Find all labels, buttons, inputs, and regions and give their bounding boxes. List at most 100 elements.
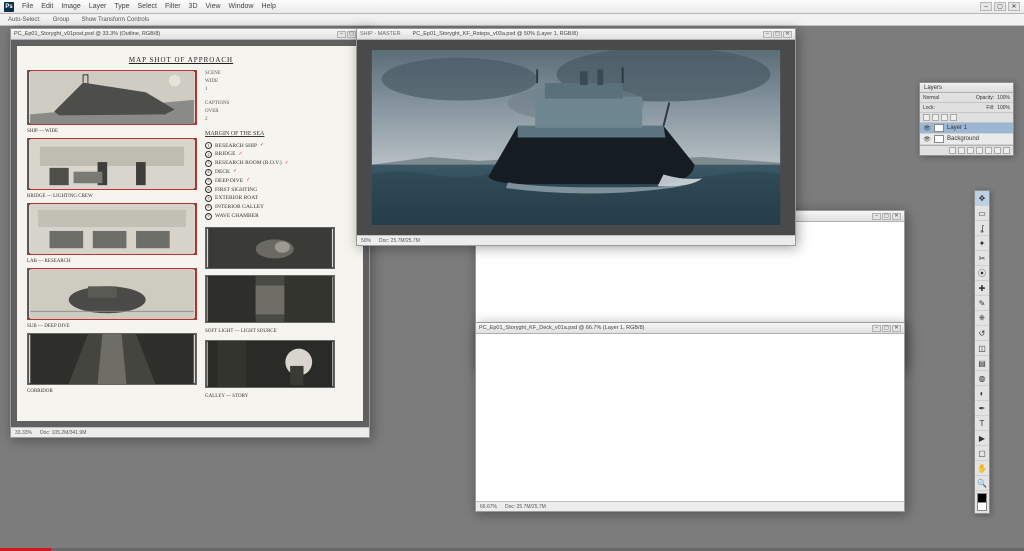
eraser-tool[interactable]: ◫ [975, 341, 989, 356]
menu-type[interactable]: Type [114, 3, 129, 10]
layer-name[interactable]: Background [947, 136, 979, 142]
adjustment-icon[interactable] [976, 147, 983, 154]
doc-min-icon[interactable]: – [763, 31, 772, 38]
side-notes: SCENE WIDE 1 CAPTIONS OVER 2 [205, 70, 335, 124]
doc-title: PC_Ep01_Storyght_v01post.psd @ 33.3% (Ou… [14, 31, 160, 37]
lock-pixels-icon[interactable] [932, 114, 939, 121]
zoom-readout[interactable]: 33.33% [15, 430, 32, 436]
lock-icons-row [920, 113, 1013, 123]
blank-canvas[interactable] [476, 334, 904, 501]
pen-tool[interactable]: ✒ [975, 401, 989, 416]
doc-min-icon[interactable]: – [872, 213, 881, 220]
shape-tool[interactable]: ▢ [975, 446, 989, 461]
doc-close-icon[interactable]: ✕ [892, 325, 901, 332]
brush-tool[interactable]: ✎ [975, 296, 989, 311]
type-tool[interactable]: T [975, 416, 989, 431]
menu-layer[interactable]: Layer [89, 3, 107, 10]
visibility-icon[interactable]: 👁 [923, 136, 931, 143]
zoom-readout[interactable]: 50% [361, 238, 371, 244]
menu-image[interactable]: Image [61, 3, 80, 10]
doc-window-ship[interactable]: SHIP - MASTER PC_Ep01_Storyght_KF_Rsteps… [356, 28, 796, 246]
trash-icon[interactable] [1003, 147, 1010, 154]
tools-panel[interactable]: ✥ ▭ ʆ ✦ ✂ ⦿ ✚ ✎ ⎈ ↺ ◫ ▤ ◍ ◐ ✒ T ▶ ▢ ✋ 🔍 [974, 190, 990, 514]
new-layer-icon[interactable] [994, 147, 1001, 154]
thumb-caption: BRIDGE — LIGHTING CREW [27, 194, 197, 199]
thumb-caption: SHIP — WIDE [27, 129, 197, 134]
group-icon[interactable] [985, 147, 992, 154]
lasso-tool[interactable]: ʆ [975, 221, 989, 236]
storyboard-thumb [27, 203, 197, 255]
menu-file[interactable]: File [22, 3, 33, 10]
link-layers-icon[interactable] [949, 147, 956, 154]
gradient-tool[interactable]: ▤ [975, 356, 989, 371]
doc-close-icon[interactable]: ✕ [783, 31, 792, 38]
color-swatches[interactable] [977, 493, 987, 511]
maximize-button[interactable]: ▢ [994, 2, 1006, 11]
layer-row[interactable]: 👁 Layer 1 [920, 123, 1013, 134]
lock-all-icon[interactable] [950, 114, 957, 121]
foreground-swatch[interactable] [977, 493, 987, 503]
hand-tool[interactable]: ✋ [975, 461, 989, 476]
zoom-tool[interactable]: 🔍 [975, 476, 989, 491]
doc-max-icon[interactable]: ▢ [347, 31, 356, 38]
wand-tool[interactable]: ✦ [975, 236, 989, 251]
blend-mode-select[interactable]: Normal [923, 95, 939, 101]
doc-size-readout: Doc: 25.7M/25.7M [379, 238, 420, 244]
thumb-caption: GALLEY — STORY [205, 394, 335, 399]
dodge-tool[interactable]: ◐ [975, 386, 989, 401]
doc-close-icon[interactable]: ✕ [892, 213, 901, 220]
thumb-caption: CORRIDOR [27, 389, 197, 394]
doc-window-blank-front[interactable]: PC_Ep01_Storyght_KF_Deck_v01a.psd @ 66.7… [475, 322, 905, 512]
menu-window[interactable]: Window [229, 3, 254, 10]
doc-min-icon[interactable]: – [872, 325, 881, 332]
opt-group[interactable]: Group [53, 17, 70, 23]
menu-edit[interactable]: Edit [41, 3, 53, 10]
fill-value[interactable]: 100% [997, 105, 1010, 111]
layers-panel[interactable]: Layers Normal Opacity: 100% Lock: Fill: … [919, 82, 1014, 156]
storyboard-thumb [27, 268, 197, 320]
layer-name[interactable]: Layer 1 [947, 125, 967, 131]
menu-select[interactable]: Select [138, 3, 157, 10]
menu-view[interactable]: View [206, 3, 221, 10]
storyboard-thumb [27, 333, 197, 385]
marquee-tool[interactable]: ▭ [975, 206, 989, 221]
doc-window-storyboard[interactable]: PC_Ep01_Storyght_v01post.psd @ 33.3% (Ou… [10, 28, 370, 438]
doc-max-icon[interactable]: ▢ [882, 325, 891, 332]
ship-canvas[interactable] [367, 50, 785, 225]
page-title: MAP SHOT OF APPROACH [27, 56, 335, 64]
mask-icon[interactable] [967, 147, 974, 154]
doc-min-icon[interactable]: – [337, 31, 346, 38]
minimize-button[interactable]: – [980, 2, 992, 11]
layer-row[interactable]: 👁 Background [920, 134, 1013, 145]
doc-title: PC_Ep01_Storyght_KF_Rsteps_v03a.psd @ 50… [413, 31, 578, 37]
history-brush-tool[interactable]: ↺ [975, 326, 989, 341]
lock-position-icon[interactable] [941, 114, 948, 121]
crop-tool[interactable]: ✂ [975, 251, 989, 266]
path-select-tool[interactable]: ▶ [975, 431, 989, 446]
close-button[interactable]: ✕ [1008, 2, 1020, 11]
opacity-value[interactable]: 100% [997, 95, 1010, 101]
blur-tool[interactable]: ◍ [975, 371, 989, 386]
fx-icon[interactable] [958, 147, 965, 154]
thumb-caption: SOFT LIGHT — LIGHT SOURCE [205, 329, 335, 334]
eyedropper-tool[interactable]: ⦿ [975, 266, 989, 281]
opt-auto-select[interactable]: Auto-Select: [8, 17, 41, 23]
doc-max-icon[interactable]: ▢ [773, 31, 782, 38]
fill-label: Fill: [986, 105, 994, 111]
thumb-caption: SUB — DEEP DIVE [27, 324, 197, 329]
lock-transparency-icon[interactable] [923, 114, 930, 121]
doc-max-icon[interactable]: ▢ [882, 213, 891, 220]
stamp-tool[interactable]: ⎈ [975, 311, 989, 326]
layer-thumbnail [934, 135, 944, 143]
options-bar: Auto-Select: Group Show Transform Contro… [0, 14, 1024, 26]
visibility-icon[interactable]: 👁 [923, 125, 931, 132]
storyboard-sheet[interactable]: MAP SHOT OF APPROACH SHIP — WIDE BRIDGE … [17, 46, 363, 421]
panel-tab-layers[interactable]: Layers [924, 85, 942, 91]
healing-brush-tool[interactable]: ✚ [975, 281, 989, 296]
menu-filter[interactable]: Filter [165, 3, 181, 10]
menu-help[interactable]: Help [261, 3, 275, 10]
zoom-readout[interactable]: 66.67% [480, 504, 497, 510]
opt-show-transform[interactable]: Show Transform Controls [81, 17, 149, 23]
menu-3d[interactable]: 3D [189, 3, 198, 10]
move-tool[interactable]: ✥ [975, 191, 989, 206]
